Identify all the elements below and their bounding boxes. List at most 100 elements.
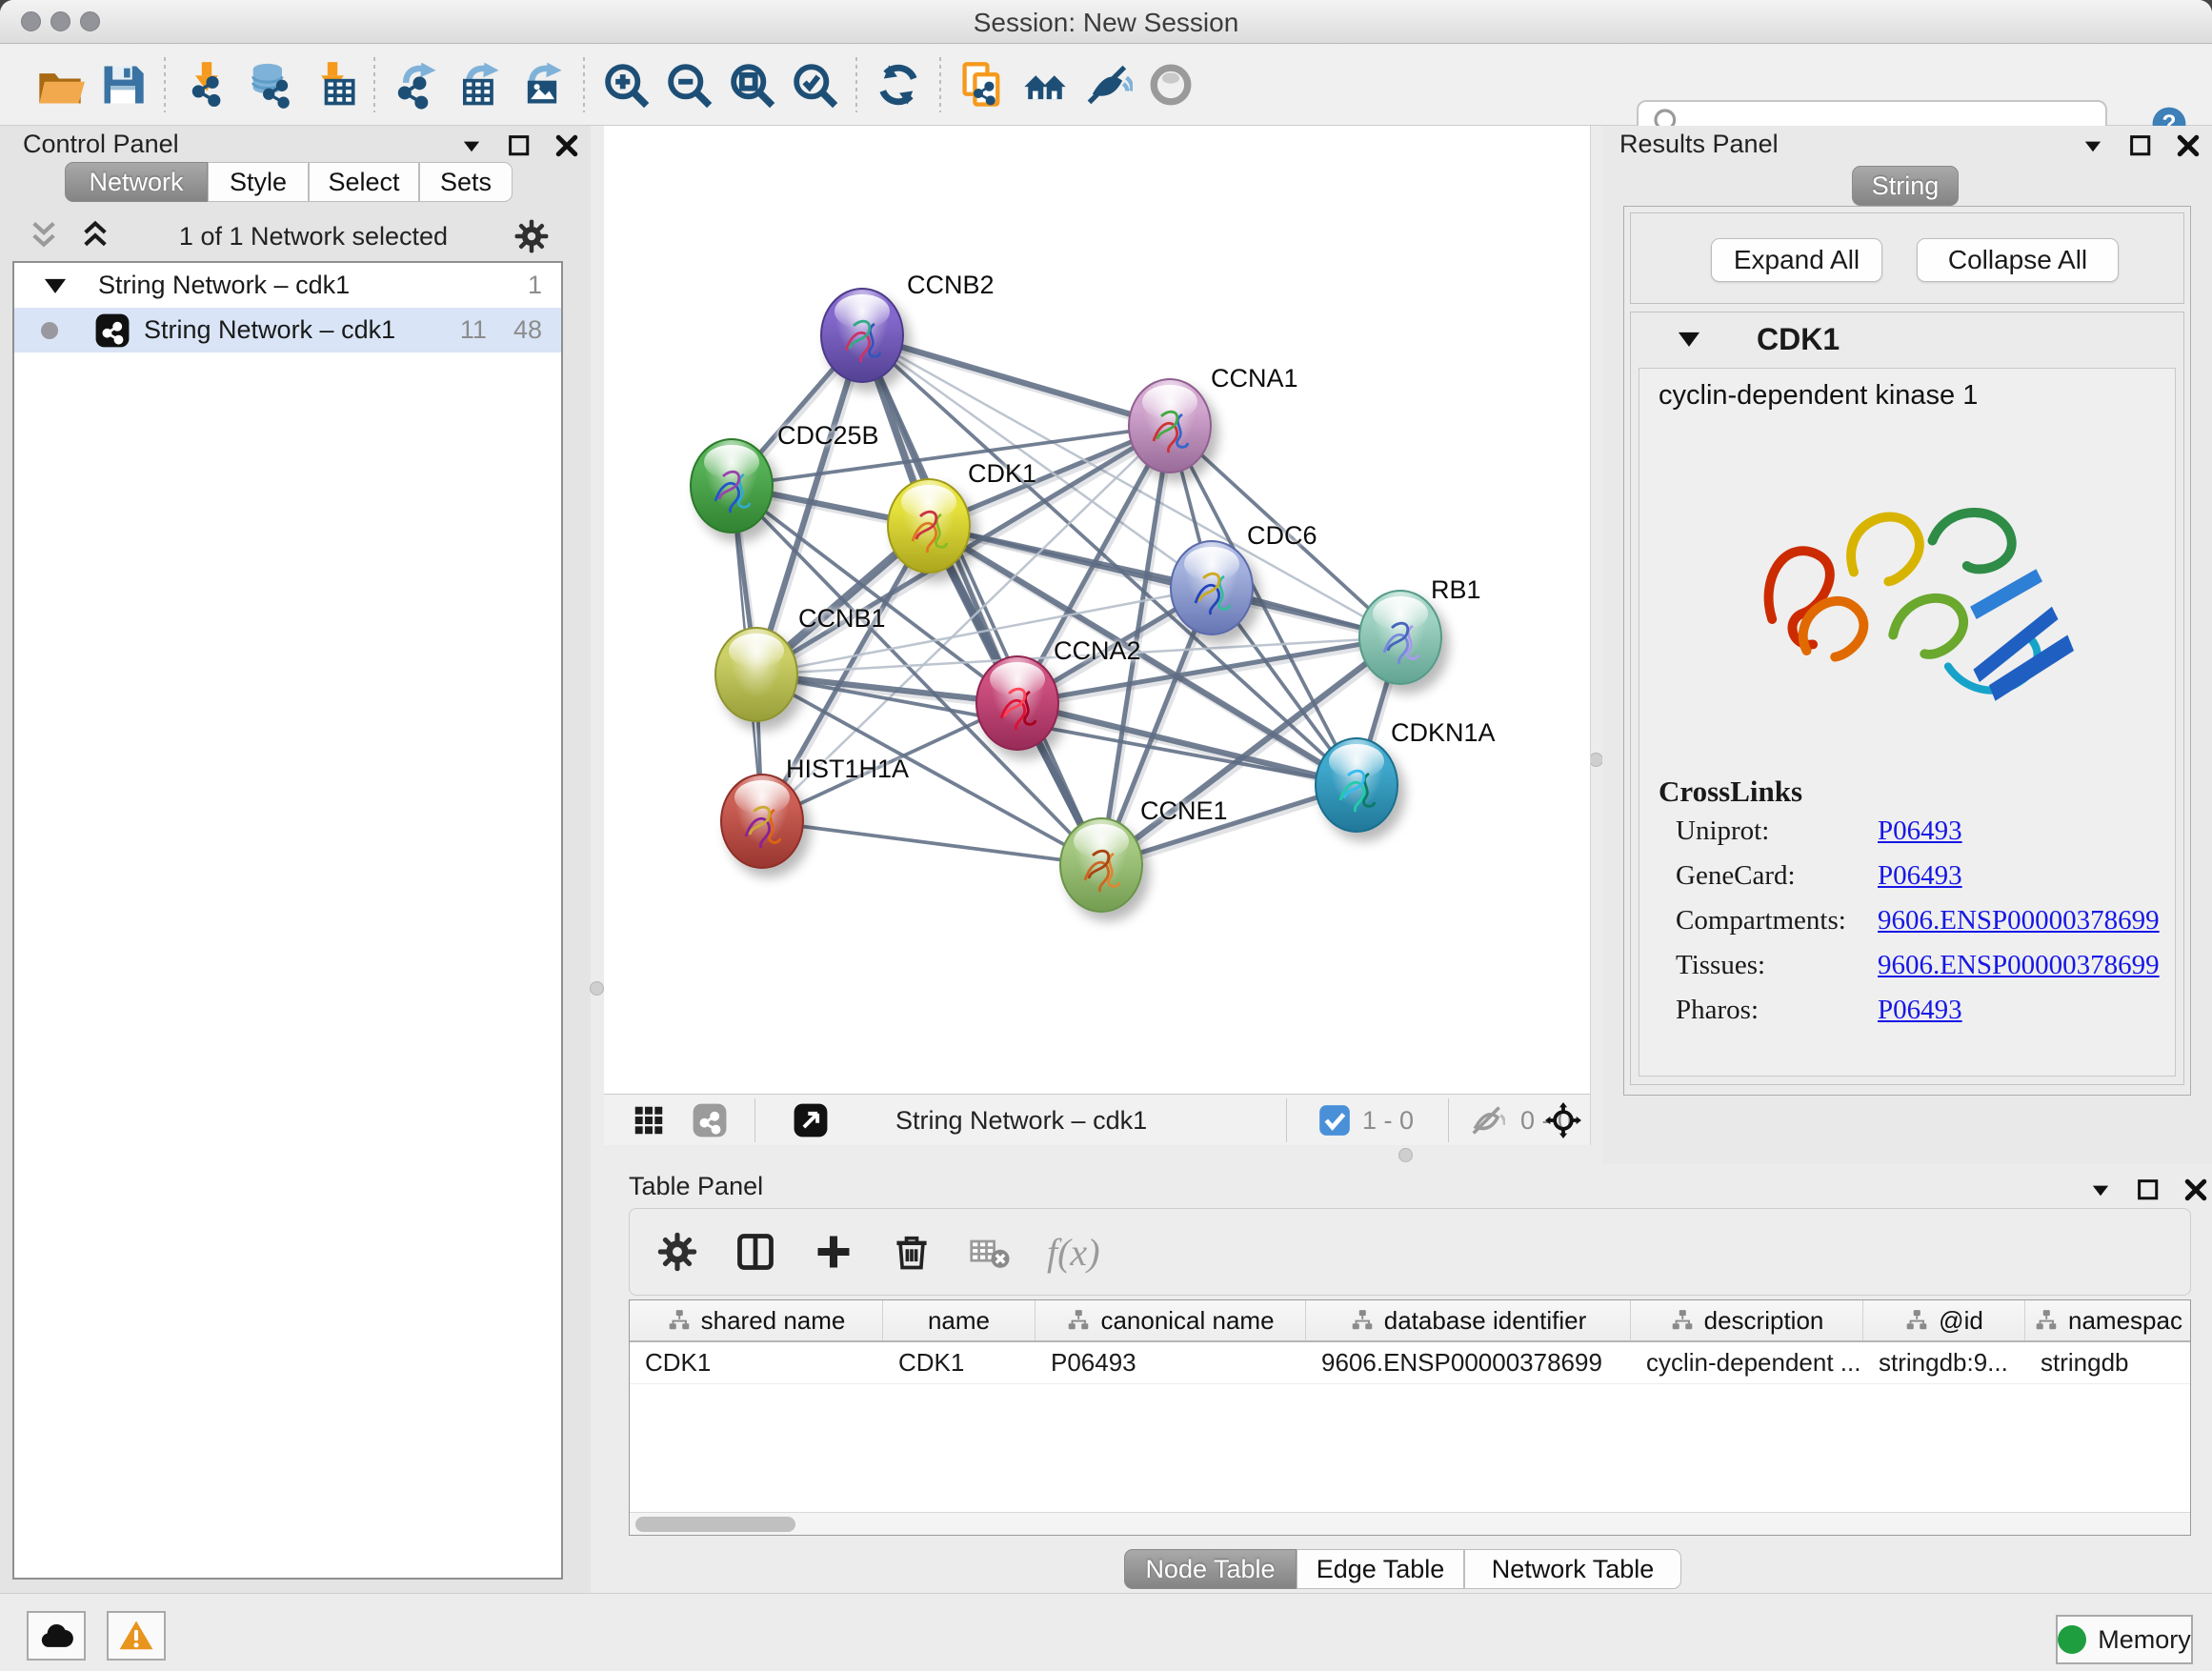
zoom-in-icon[interactable] bbox=[594, 55, 657, 114]
network-node-CDC25B[interactable] bbox=[690, 438, 774, 534]
column-header-canonical-name[interactable]: canonical name bbox=[1036, 1300, 1306, 1340]
table-cell[interactable]: CDK1 bbox=[630, 1342, 883, 1383]
show-panel-icon[interactable] bbox=[1139, 55, 1202, 114]
column-header-@id[interactable]: @id bbox=[1863, 1300, 2025, 1340]
network-node-CCNE1[interactable] bbox=[1059, 817, 1143, 913]
network-node-CCNA2[interactable] bbox=[975, 655, 1059, 751]
table-panel-float-icon[interactable] bbox=[2134, 1176, 2162, 1204]
table-cell[interactable]: stringdb:9... bbox=[1863, 1342, 2025, 1383]
crosslink-link[interactable]: P06493 bbox=[1878, 815, 1962, 847]
column-header-description[interactable]: description bbox=[1631, 1300, 1863, 1340]
table-panel-close-icon[interactable] bbox=[2182, 1176, 2210, 1204]
zoom-fit-icon[interactable] bbox=[720, 55, 783, 114]
network-node-CCNB2[interactable] bbox=[820, 288, 904, 383]
import-network-file-icon[interactable] bbox=[175, 55, 238, 114]
table-cell[interactable]: cyclin-dependent ... bbox=[1631, 1342, 1863, 1383]
scrollbar-thumb[interactable] bbox=[635, 1517, 795, 1532]
copy-style-icon[interactable] bbox=[951, 55, 1014, 114]
import-table-icon[interactable] bbox=[301, 55, 364, 114]
column-header-namespac[interactable]: namespac bbox=[2025, 1300, 2191, 1340]
delete-table-icon[interactable] bbox=[969, 1231, 1011, 1273]
column-header-shared-name[interactable]: shared name bbox=[630, 1300, 883, 1340]
tab-style[interactable]: Style bbox=[208, 162, 309, 202]
function-builder-icon[interactable]: f(x) bbox=[1047, 1230, 1100, 1275]
zoom-out-icon[interactable] bbox=[657, 55, 720, 114]
vertical-splitter-left[interactable] bbox=[590, 981, 604, 996]
control-panel-close-icon[interactable] bbox=[553, 131, 581, 160]
gear-icon[interactable] bbox=[513, 218, 550, 254]
column-header-name[interactable]: name bbox=[883, 1300, 1036, 1340]
show-graphics-details-icon[interactable] bbox=[1014, 55, 1076, 114]
table-settings-icon[interactable] bbox=[656, 1231, 698, 1273]
move-crosshair-icon[interactable] bbox=[1545, 1101, 1581, 1139]
vertical-splitter-right[interactable] bbox=[1589, 753, 1603, 767]
table-panel-title: Table Panel bbox=[629, 1172, 763, 1201]
export-image-icon[interactable] bbox=[511, 55, 573, 114]
collapse-all-button[interactable]: Collapse All bbox=[1917, 238, 2119, 282]
control-panel-menu-icon[interactable] bbox=[457, 131, 486, 160]
selected-checkbox-icon[interactable] bbox=[1317, 1101, 1353, 1139]
entry-header[interactable]: CDK1 bbox=[1631, 312, 2183, 366]
network-canvas[interactable]: CCNB2CCNA1CDC25BCDK1CDC6RB1CCNB1CCNA2CDK… bbox=[604, 126, 1591, 1094]
create-column-icon[interactable] bbox=[813, 1231, 855, 1273]
control-panel-float-icon[interactable] bbox=[505, 131, 533, 160]
save-session-icon[interactable] bbox=[91, 55, 154, 114]
export-network-icon[interactable] bbox=[385, 55, 448, 114]
table-row[interactable]: CDK1CDK1P064939606.ENSP00000378699cyclin… bbox=[630, 1342, 2190, 1384]
export-table-icon[interactable] bbox=[448, 55, 511, 114]
table-cell[interactable]: 9606.ENSP00000378699 bbox=[1306, 1342, 1631, 1383]
expand-all-icon[interactable] bbox=[77, 218, 113, 254]
hidden-eye-icon[interactable] bbox=[1469, 1101, 1505, 1139]
grid-view-icon[interactable] bbox=[631, 1101, 667, 1139]
tab-string[interactable]: String bbox=[1852, 166, 1959, 206]
table-cell[interactable]: stringdb bbox=[2025, 1342, 2191, 1383]
results-panel-float-icon[interactable] bbox=[2126, 131, 2155, 160]
delete-columns-icon[interactable] bbox=[891, 1231, 933, 1273]
network-node-CCNA1[interactable] bbox=[1128, 378, 1212, 473]
expand-all-button[interactable]: Expand All bbox=[1711, 238, 1882, 282]
network-node-CCNB1[interactable] bbox=[714, 627, 798, 722]
tab-sets[interactable]: Sets bbox=[419, 162, 513, 202]
network-collection-row[interactable]: String Network – cdk1 1 bbox=[14, 263, 561, 308]
tab-network-table[interactable]: Network Table bbox=[1464, 1549, 1681, 1589]
crosslink-link[interactable]: P06493 bbox=[1878, 860, 1962, 892]
crosslink-link[interactable]: P06493 bbox=[1878, 995, 1962, 1026]
tab-select[interactable]: Select bbox=[309, 162, 419, 202]
network-node-CDK1[interactable] bbox=[887, 478, 971, 574]
entry-expander-icon[interactable] bbox=[1671, 321, 1707, 357]
table-panel-menu-icon[interactable] bbox=[2086, 1176, 2115, 1204]
results-panel-menu-icon[interactable] bbox=[2079, 131, 2107, 160]
open-session-icon[interactable] bbox=[29, 55, 91, 114]
apply-layout-icon[interactable] bbox=[867, 55, 930, 114]
selected-counts: 1 - 0 bbox=[1362, 1101, 1414, 1139]
hide-panel-icon[interactable] bbox=[1076, 55, 1139, 114]
table-cell[interactable]: P06493 bbox=[1036, 1342, 1306, 1383]
cloud-button[interactable] bbox=[27, 1611, 86, 1661]
string-view-icon[interactable] bbox=[692, 1101, 728, 1139]
crosslinks-section: CrossLinks Uniprot:P06493GeneCard:P06493… bbox=[1659, 775, 2175, 1033]
tab-network[interactable]: Network bbox=[65, 162, 208, 202]
zoom-selected-icon[interactable] bbox=[783, 55, 846, 114]
crosslink-link[interactable]: 9606.ENSP00000378699 bbox=[1878, 905, 2160, 936]
memory-button[interactable]: Memory bbox=[2056, 1615, 2193, 1664]
import-network-database-icon[interactable] bbox=[238, 55, 301, 114]
network-row[interactable]: String Network – cdk1 11 48 bbox=[14, 308, 561, 352]
network-node-RB1[interactable] bbox=[1358, 590, 1442, 685]
collection-expander-icon[interactable] bbox=[37, 268, 73, 304]
tab-node-table[interactable]: Node Table bbox=[1124, 1549, 1297, 1589]
collapse-all-icon[interactable] bbox=[26, 218, 62, 254]
table-horizontal-scrollbar[interactable] bbox=[630, 1512, 2190, 1535]
network-node-CDC6[interactable] bbox=[1170, 540, 1254, 635]
detach-view-icon[interactable] bbox=[793, 1101, 829, 1139]
show-columns-icon[interactable] bbox=[734, 1231, 776, 1273]
network-node-HIST1H1A[interactable] bbox=[720, 774, 804, 869]
warnings-button[interactable] bbox=[107, 1611, 166, 1661]
crosslink-link[interactable]: 9606.ENSP00000378699 bbox=[1878, 950, 2160, 981]
column-header-database-identifier[interactable]: database identifier bbox=[1306, 1300, 1631, 1340]
horizontal-splitter[interactable] bbox=[1398, 1148, 1413, 1162]
network-node-CDKN1A[interactable] bbox=[1315, 737, 1398, 833]
table-cell[interactable]: CDK1 bbox=[883, 1342, 1036, 1383]
results-panel-close-icon[interactable] bbox=[2174, 131, 2202, 160]
tab-edge-table[interactable]: Edge Table bbox=[1297, 1549, 1464, 1589]
entry-name: CDK1 bbox=[1757, 322, 1840, 357]
